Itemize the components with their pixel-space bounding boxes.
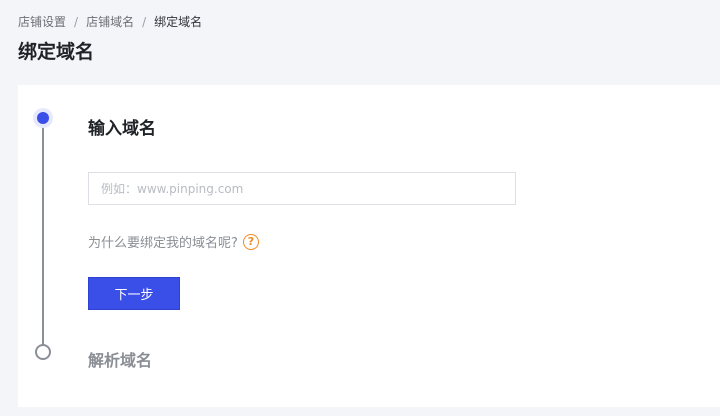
step-1-active-dot	[37, 112, 49, 124]
breadcrumb-item-store-settings[interactable]: 店铺设置	[18, 13, 66, 30]
step-2-title: 解析域名	[88, 351, 153, 370]
breadcrumb-separator: /	[74, 14, 79, 29]
bind-domain-card: 输入域名 为什么要绑定我的域名呢? ? 下一步 解析域名	[18, 85, 720, 407]
why-bind-domain-text[interactable]: 为什么要绑定我的域名呢?	[88, 232, 238, 251]
step-2-inactive-dot	[35, 344, 51, 360]
breadcrumb-separator: /	[142, 14, 147, 29]
domain-input[interactable]	[88, 172, 516, 205]
why-bind-domain-link[interactable]: 为什么要绑定我的域名呢? ?	[88, 232, 259, 251]
page-title: 绑定域名	[18, 41, 95, 63]
breadcrumb: 店铺设置 / 店铺域名 / 绑定域名	[18, 13, 202, 30]
breadcrumb-item-store-domain[interactable]: 店铺域名	[86, 13, 134, 30]
steps-timeline-line	[42, 123, 44, 355]
breadcrumb-item-bind-domain: 绑定域名	[154, 15, 203, 29]
next-step-button[interactable]: 下一步	[88, 277, 180, 310]
step-1-title: 输入域名	[88, 119, 156, 139]
question-circle-icon[interactable]: ?	[242, 233, 259, 250]
